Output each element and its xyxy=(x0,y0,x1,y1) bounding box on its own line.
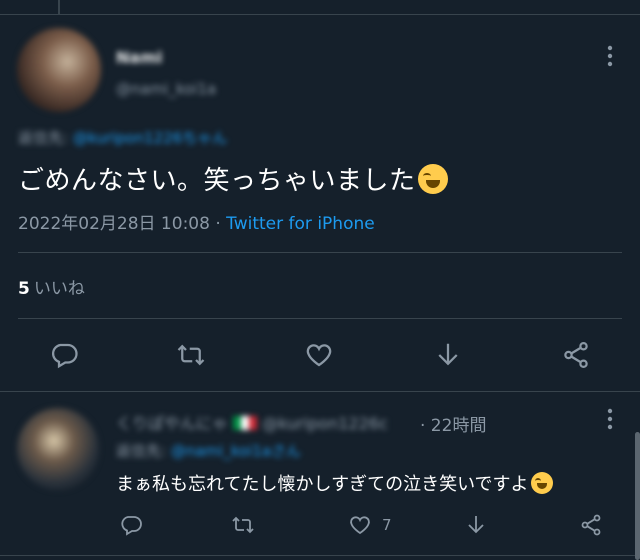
like-icon xyxy=(306,344,332,367)
reply-text-body: まぁ私も忘れてたし懐かしすぎての泣き笑いですよ xyxy=(116,474,529,495)
author-name[interactable]: Nami xyxy=(116,48,162,67)
likes-label: いいね xyxy=(33,279,85,299)
download-arrow-icon xyxy=(438,343,458,366)
source-link[interactable]: Twitter for iPhone xyxy=(226,214,375,234)
reply-button[interactable] xyxy=(49,340,79,370)
retweet-icon xyxy=(177,344,205,366)
reply-retweet-button[interactable] xyxy=(231,513,255,537)
download-arrow-icon xyxy=(468,516,484,534)
sweat-smile-emoji-icon xyxy=(530,472,553,494)
share-icon xyxy=(564,342,588,368)
reply-reply-button[interactable] xyxy=(119,513,143,537)
reply-author-name: くりぽやんにゃ xyxy=(116,414,229,433)
reply-text: まぁ私も忘れてたし懐かしすぎての泣き笑いですよ xyxy=(116,470,553,496)
author-handle[interactable]: @nami_koi1a xyxy=(116,80,216,98)
bookmark-button[interactable] xyxy=(433,340,463,370)
retweet-icon xyxy=(232,516,254,534)
reply-icon xyxy=(121,516,142,536)
avatar[interactable] xyxy=(17,28,101,112)
likes-stat[interactable]: 5 いいね xyxy=(18,274,85,299)
share-icon xyxy=(581,514,601,536)
reply-like-count: 7 xyxy=(382,516,392,534)
reply-to-mention[interactable]: @nami_koi1aさん xyxy=(171,442,301,460)
reply-bookmark-button[interactable] xyxy=(464,513,488,537)
reply-author-handle: @kuripon1226c xyxy=(262,414,388,433)
top-divider xyxy=(0,14,640,15)
likes-count: 5 xyxy=(18,279,30,299)
reply-to-prefix: 返信先: xyxy=(116,442,167,460)
reply-icon xyxy=(52,343,78,369)
tears-of-joy-emoji-icon xyxy=(417,164,448,194)
reply-to-line: 返信先: @kuripon1226ちゃん xyxy=(18,127,227,148)
reply-to-prefix: 返信先: xyxy=(18,129,69,147)
tweet-meta: 2022年02月28日 10:08 · Twitter for iPhone xyxy=(18,209,375,234)
more-icon[interactable] xyxy=(600,44,620,68)
like-icon xyxy=(350,516,370,535)
like-button[interactable] xyxy=(304,340,334,370)
reply-time[interactable]: · 22時間 xyxy=(420,411,486,436)
meta-separator: · xyxy=(209,214,227,234)
reply-more-icon[interactable] xyxy=(600,407,620,431)
divider xyxy=(0,391,640,392)
divider xyxy=(0,555,640,556)
scrollbar[interactable] xyxy=(635,432,640,560)
share-button[interactable] xyxy=(561,340,591,370)
italy-flag-icon xyxy=(233,416,258,430)
thread-line xyxy=(58,0,60,14)
reply-author-line[interactable]: くりぽやんにゃ @kuripon1226c xyxy=(116,410,388,434)
retweet-button[interactable] xyxy=(176,340,206,370)
reply-to-mention[interactable]: @kuripon1226ちゃん xyxy=(73,129,227,147)
reply-like-button[interactable]: 7 xyxy=(348,513,392,537)
tweet-text: ごめんなさい。笑っちゃいました xyxy=(18,160,448,197)
timestamp[interactable]: 2022年02月28日 10:08 xyxy=(18,214,210,234)
reply-to-line: 返信先: @nami_koi1aさん xyxy=(116,440,301,461)
reply-avatar[interactable] xyxy=(17,408,99,490)
divider xyxy=(18,318,622,319)
divider xyxy=(18,252,622,253)
tweet-text-body: ごめんなさい。笑っちゃいました xyxy=(18,166,416,196)
reply-share-button[interactable] xyxy=(579,513,603,537)
